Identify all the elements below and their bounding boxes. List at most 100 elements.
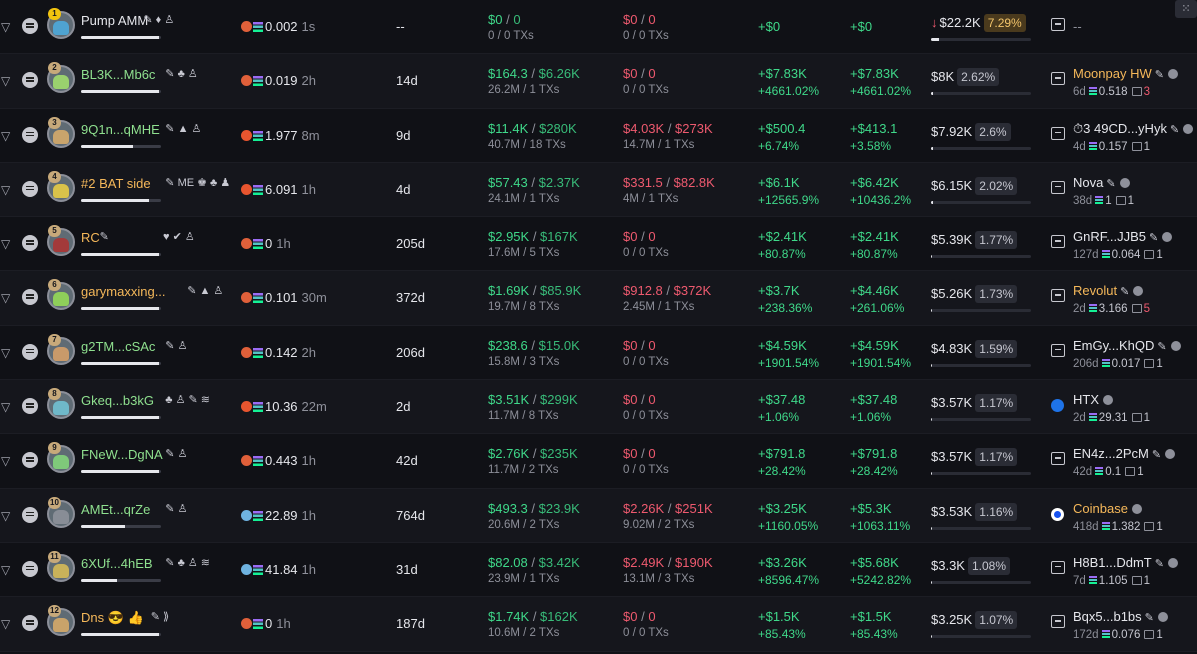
- edit-icon[interactable]: ✎: [1170, 124, 1179, 136]
- menu-icon[interactable]: [22, 235, 38, 252]
- filter-icon[interactable]: ▽: [1, 20, 15, 34]
- table-row[interactable]: ▽ 11 6XUf...4hEB ✎ ♣ ♙ ≋ 41.84 1h 31d $82.08 / …: [0, 543, 1197, 598]
- filter-icon[interactable]: ▽: [1, 74, 15, 88]
- wallet-tag-icons[interactable]: ✎ ♣ ♙: [165, 67, 197, 80]
- wallet-name[interactable]: FNeW...DgNA: [81, 447, 163, 462]
- table-row[interactable]: ▽ 2 BL3K...Mb6c ✎ ♣ ♙ 0.019 2h 14d $164.3 / $6.…: [0, 54, 1197, 109]
- wallet-name[interactable]: Pump AMM: [81, 13, 148, 28]
- funding-source-name[interactable]: Coinbase: [1073, 501, 1142, 516]
- funding-source-name[interactable]: --: [1073, 19, 1082, 34]
- menu-icon[interactable]: [22, 126, 38, 143]
- funding-source-name[interactable]: Revolut ✎: [1073, 283, 1144, 298]
- edit-icon[interactable]: ✎: [1149, 232, 1158, 244]
- funding-info-icon[interactable]: [1183, 123, 1194, 134]
- funding-transfer-icon[interactable]: [1051, 180, 1065, 194]
- funding-transfer-icon[interactable]: [1051, 560, 1065, 574]
- menu-icon[interactable]: [22, 343, 38, 360]
- menu-icon[interactable]: [22, 289, 38, 306]
- wallet-name[interactable]: g2TM...cSAc: [81, 339, 155, 354]
- menu-icon[interactable]: [22, 18, 38, 34]
- table-row[interactable]: ▽ 12 Dns 😎 👍 ✎ ⟫ 0 1h 187d $1.74K / $162K 10.6M …: [0, 597, 1197, 652]
- funding-info-icon[interactable]: [1131, 503, 1142, 514]
- menu-icon[interactable]: [22, 452, 38, 469]
- edit-icon[interactable]: ✎: [1120, 286, 1129, 298]
- wallet-tag-icons[interactable]: ✎: [100, 230, 109, 243]
- menu-icon[interactable]: [22, 180, 38, 197]
- filter-icon[interactable]: ▽: [1, 509, 15, 523]
- edit-icon[interactable]: ✎: [1157, 341, 1166, 353]
- wallet-tag-icons[interactable]: ✎ ♙: [165, 447, 187, 460]
- table-row[interactable]: ▽ 5 RC ✎ ♥ ✔ ♙ 0 1h 205d $2.95K / $167K 17.6M / 5…: [0, 217, 1197, 272]
- funding-source-name[interactable]: Bqx5...b1bs ✎: [1073, 609, 1168, 624]
- funding-transfer-icon[interactable]: [1051, 615, 1065, 629]
- wallet-name[interactable]: BL3K...Mb6c: [81, 67, 155, 82]
- funding-source-name[interactable]: Nova ✎: [1073, 175, 1130, 190]
- edit-icon[interactable]: ✎: [1152, 449, 1161, 461]
- funding-info-icon[interactable]: [1170, 340, 1181, 351]
- funding-info-icon[interactable]: [1157, 612, 1168, 623]
- table-row[interactable]: ▽ 9 FNeW...DgNA ✎ ♙ 0.443 1h 42d $2.76K / $235K…: [0, 434, 1197, 489]
- wallet-tag-icons[interactable]: ✎ ⟫: [151, 610, 169, 623]
- edit-icon[interactable]: ✎: [1145, 612, 1154, 624]
- funding-info-icon[interactable]: [1119, 177, 1130, 188]
- funding-transfer-icon[interactable]: [1051, 235, 1065, 249]
- wallet-tag-icons[interactable]: ✎ ▲ ♙: [165, 122, 201, 135]
- funding-source-name[interactable]: GnRF...JJB5 ✎: [1073, 229, 1173, 244]
- wallet-name[interactable]: Gkeq...b3kG: [81, 393, 154, 408]
- wallet-tag-icons[interactable]: ✎ ♦ ♙: [143, 13, 174, 26]
- funding-info-icon[interactable]: [1165, 449, 1176, 460]
- filter-icon[interactable]: ▽: [1, 183, 15, 197]
- funding-transfer-icon[interactable]: [1051, 126, 1065, 140]
- wallet-tag-icons[interactable]: ✎ ▲ ♙: [187, 284, 223, 297]
- wallet-tag-icons[interactable]: ✎ ♙: [165, 339, 187, 352]
- funding-info-icon[interactable]: [1167, 557, 1178, 568]
- wallet-tag-icons[interactable]: ✎ ♙: [165, 502, 187, 515]
- wallet-tag-icons[interactable]: ✎ ♣ ♙ ≋: [165, 556, 210, 569]
- funding-info-icon[interactable]: [1167, 69, 1178, 80]
- menu-icon[interactable]: [22, 72, 38, 89]
- funding-info-icon[interactable]: [1103, 395, 1113, 406]
- wallet-name[interactable]: 9Q1n...qMHE: [81, 122, 160, 137]
- filter-icon[interactable]: ▽: [1, 291, 15, 305]
- table-row[interactable]: ▽ 1 Pump AMM ✎ ♦ ♙ 0.002 1s -- $0 / 00 / 0 TXs $…: [0, 0, 1197, 55]
- funding-transfer-icon[interactable]: [1051, 289, 1065, 303]
- edit-icon[interactable]: ✎: [1155, 69, 1164, 81]
- table-row[interactable]: ▽ 10 AMEt...qrZe ✎ ♙ 22.89 1h 764d $493.3 / $23…: [0, 488, 1197, 543]
- edit-icon[interactable]: ✎: [1106, 178, 1115, 190]
- table-row[interactable]: ▽ 4 #2 BAT side ✎ ME ♚ ♣ ♟ 6.091 1h 4d $57.43 /…: [0, 162, 1197, 218]
- funding-transfer-icon[interactable]: [1051, 18, 1065, 31]
- table-row[interactable]: ▽ 3 9Q1n...qMHE ✎ ▲ ♙ 1.977 8m 9d $11.4K / $280…: [0, 109, 1197, 163]
- menu-icon[interactable]: [22, 615, 38, 632]
- menu-icon[interactable]: [22, 506, 38, 523]
- filter-icon[interactable]: ▽: [1, 563, 15, 577]
- table-row[interactable]: ▽ 6 garymaxxing... ✎ ▲ ♙ 0.101 30m 372d $1.69K …: [0, 271, 1197, 326]
- table-row[interactable]: ▽ 7 g2TM...cSAc ✎ ♙ 0.142 2h 206d $238.6 / $15.…: [0, 326, 1197, 381]
- funding-source-name[interactable]: ⏱3 49CD...yHyk ✎: [1073, 121, 1194, 137]
- wallet-tag-icons[interactable]: ✎ ME ♚ ♣ ♟: [165, 176, 230, 189]
- menu-icon[interactable]: [22, 560, 38, 577]
- wallet-name[interactable]: #2 BAT side: [81, 176, 151, 191]
- wallet-name[interactable]: garymaxxing...: [81, 284, 166, 299]
- wallet-name[interactable]: 6XUf...4hEB: [81, 556, 153, 571]
- funding-source-name[interactable]: EN4z...2PcM ✎: [1073, 446, 1176, 461]
- funding-transfer-icon[interactable]: [1051, 452, 1065, 466]
- funding-source-name[interactable]: HTX: [1073, 392, 1113, 407]
- filter-icon[interactable]: ▽: [1, 129, 15, 143]
- wallet-name[interactable]: AMEt...qrZe: [81, 502, 150, 517]
- funding-info-icon[interactable]: [1133, 286, 1144, 297]
- menu-icon[interactable]: [22, 398, 38, 415]
- edit-icon[interactable]: ✎: [1155, 558, 1164, 570]
- funding-source-name[interactable]: EmGy...KhQD ✎: [1073, 338, 1181, 353]
- funding-info-icon[interactable]: [1162, 232, 1173, 243]
- funding-transfer-icon[interactable]: [1051, 72, 1065, 86]
- wallet-tag-icons[interactable]: ♣ ♙ ✎ ≋: [165, 393, 210, 406]
- filter-icon[interactable]: ▽: [1, 346, 15, 360]
- wallet-name[interactable]: Dns 😎 👍: [81, 610, 144, 626]
- table-row[interactable]: ▽ 8 Gkeq...b3kG ♣ ♙ ✎ ≋ 10.36 22m 2d $3.51K / $…: [0, 380, 1197, 435]
- funding-source-name[interactable]: H8B1...DdmT ✎: [1073, 555, 1178, 570]
- wallet-name[interactable]: RC: [81, 230, 100, 245]
- filter-icon[interactable]: ▽: [1, 400, 15, 414]
- filter-icon[interactable]: ▽: [1, 237, 15, 251]
- funding-source-name[interactable]: Moonpay HW ✎: [1073, 66, 1178, 81]
- filter-icon[interactable]: ▽: [1, 454, 15, 468]
